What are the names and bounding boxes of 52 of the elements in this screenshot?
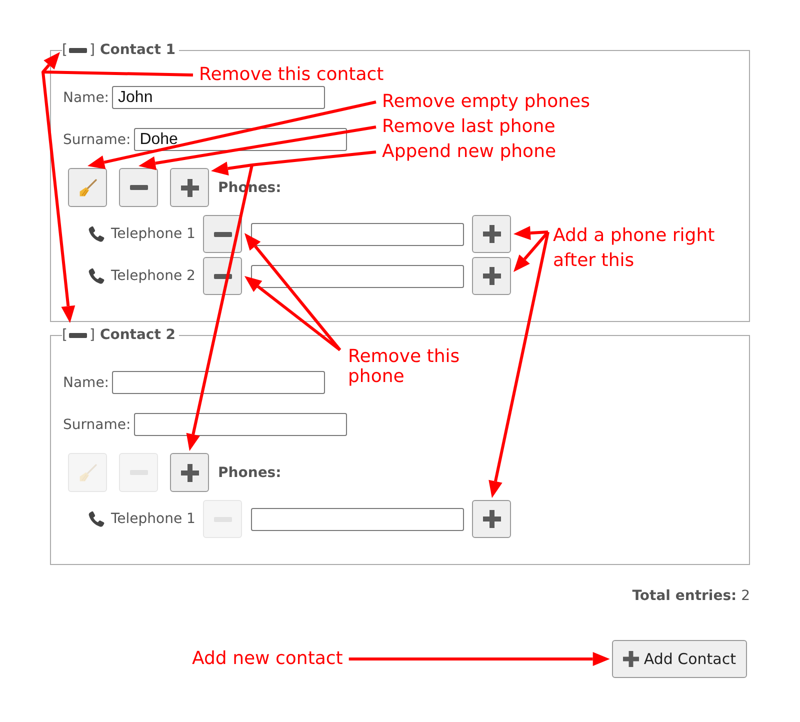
text-field[interactable] bbox=[134, 413, 347, 436]
annotation-label: Append new phone bbox=[382, 140, 556, 164]
phone-field[interactable] bbox=[251, 222, 464, 246]
annotation-label: Add new contact bbox=[192, 647, 343, 671]
insert-phone-button[interactable] bbox=[472, 500, 512, 538]
phone-label: Telephone 2 bbox=[111, 268, 196, 284]
annotation-label: Remove empty phones bbox=[382, 90, 590, 114]
broom-icon bbox=[78, 464, 96, 482]
remove-phone-button[interactable] bbox=[203, 257, 242, 295]
annotation-label: Add a phone right after this bbox=[553, 224, 716, 273]
add-contact-button[interactable]: Add Contact bbox=[612, 640, 747, 678]
phone-label: Telephone 1 bbox=[111, 511, 196, 527]
add-phone-button[interactable] bbox=[170, 168, 209, 207]
phone-icon bbox=[88, 226, 105, 242]
minus-icon bbox=[214, 232, 232, 236]
annotation-label: Remove last phone bbox=[382, 115, 556, 139]
plus-icon bbox=[180, 178, 198, 196]
minus-icon bbox=[130, 185, 148, 190]
field-label: Surname: bbox=[63, 132, 131, 148]
phone-icon bbox=[88, 268, 105, 284]
phones-label: Phones: bbox=[218, 464, 282, 480]
field-label: Name: bbox=[63, 374, 110, 390]
remove-contact-button[interactable]: [ ] bbox=[62, 326, 95, 344]
annotation-label: Remove this phone bbox=[348, 347, 461, 387]
field-label: Name: bbox=[63, 90, 110, 106]
contact-title: Contact 1 bbox=[100, 41, 176, 59]
phone-label: Telephone 1 bbox=[111, 226, 196, 242]
remove-phone-button[interactable] bbox=[119, 168, 158, 207]
minus-icon bbox=[69, 332, 88, 338]
plus-icon bbox=[482, 510, 501, 528]
minus-icon bbox=[69, 48, 88, 52]
contact-title: Contact 2 bbox=[100, 326, 176, 344]
plus-icon bbox=[482, 267, 501, 285]
remove-contact-button[interactable]: [ ] bbox=[62, 41, 95, 59]
plus-icon bbox=[482, 225, 501, 243]
minus-icon bbox=[214, 274, 232, 278]
plus-icon bbox=[622, 651, 639, 667]
insert-phone-button[interactable] bbox=[472, 215, 512, 253]
plus-icon bbox=[180, 464, 198, 482]
remove-phone-button[interactable] bbox=[203, 215, 242, 253]
total-entries: Total entries: 2 bbox=[632, 587, 750, 605]
phone-icon bbox=[88, 511, 105, 527]
clean-button[interactable] bbox=[68, 168, 107, 207]
field-label: Surname: bbox=[63, 416, 131, 432]
phone-field[interactable] bbox=[251, 264, 464, 288]
annotation-label: Remove this contact bbox=[199, 63, 384, 87]
text-field[interactable]: John bbox=[112, 86, 326, 109]
add-phone-button[interactable] bbox=[170, 453, 209, 492]
broom-icon bbox=[78, 178, 96, 196]
text-field[interactable] bbox=[112, 371, 326, 394]
phone-field[interactable] bbox=[251, 508, 464, 530]
insert-phone-button[interactable] bbox=[472, 257, 512, 295]
